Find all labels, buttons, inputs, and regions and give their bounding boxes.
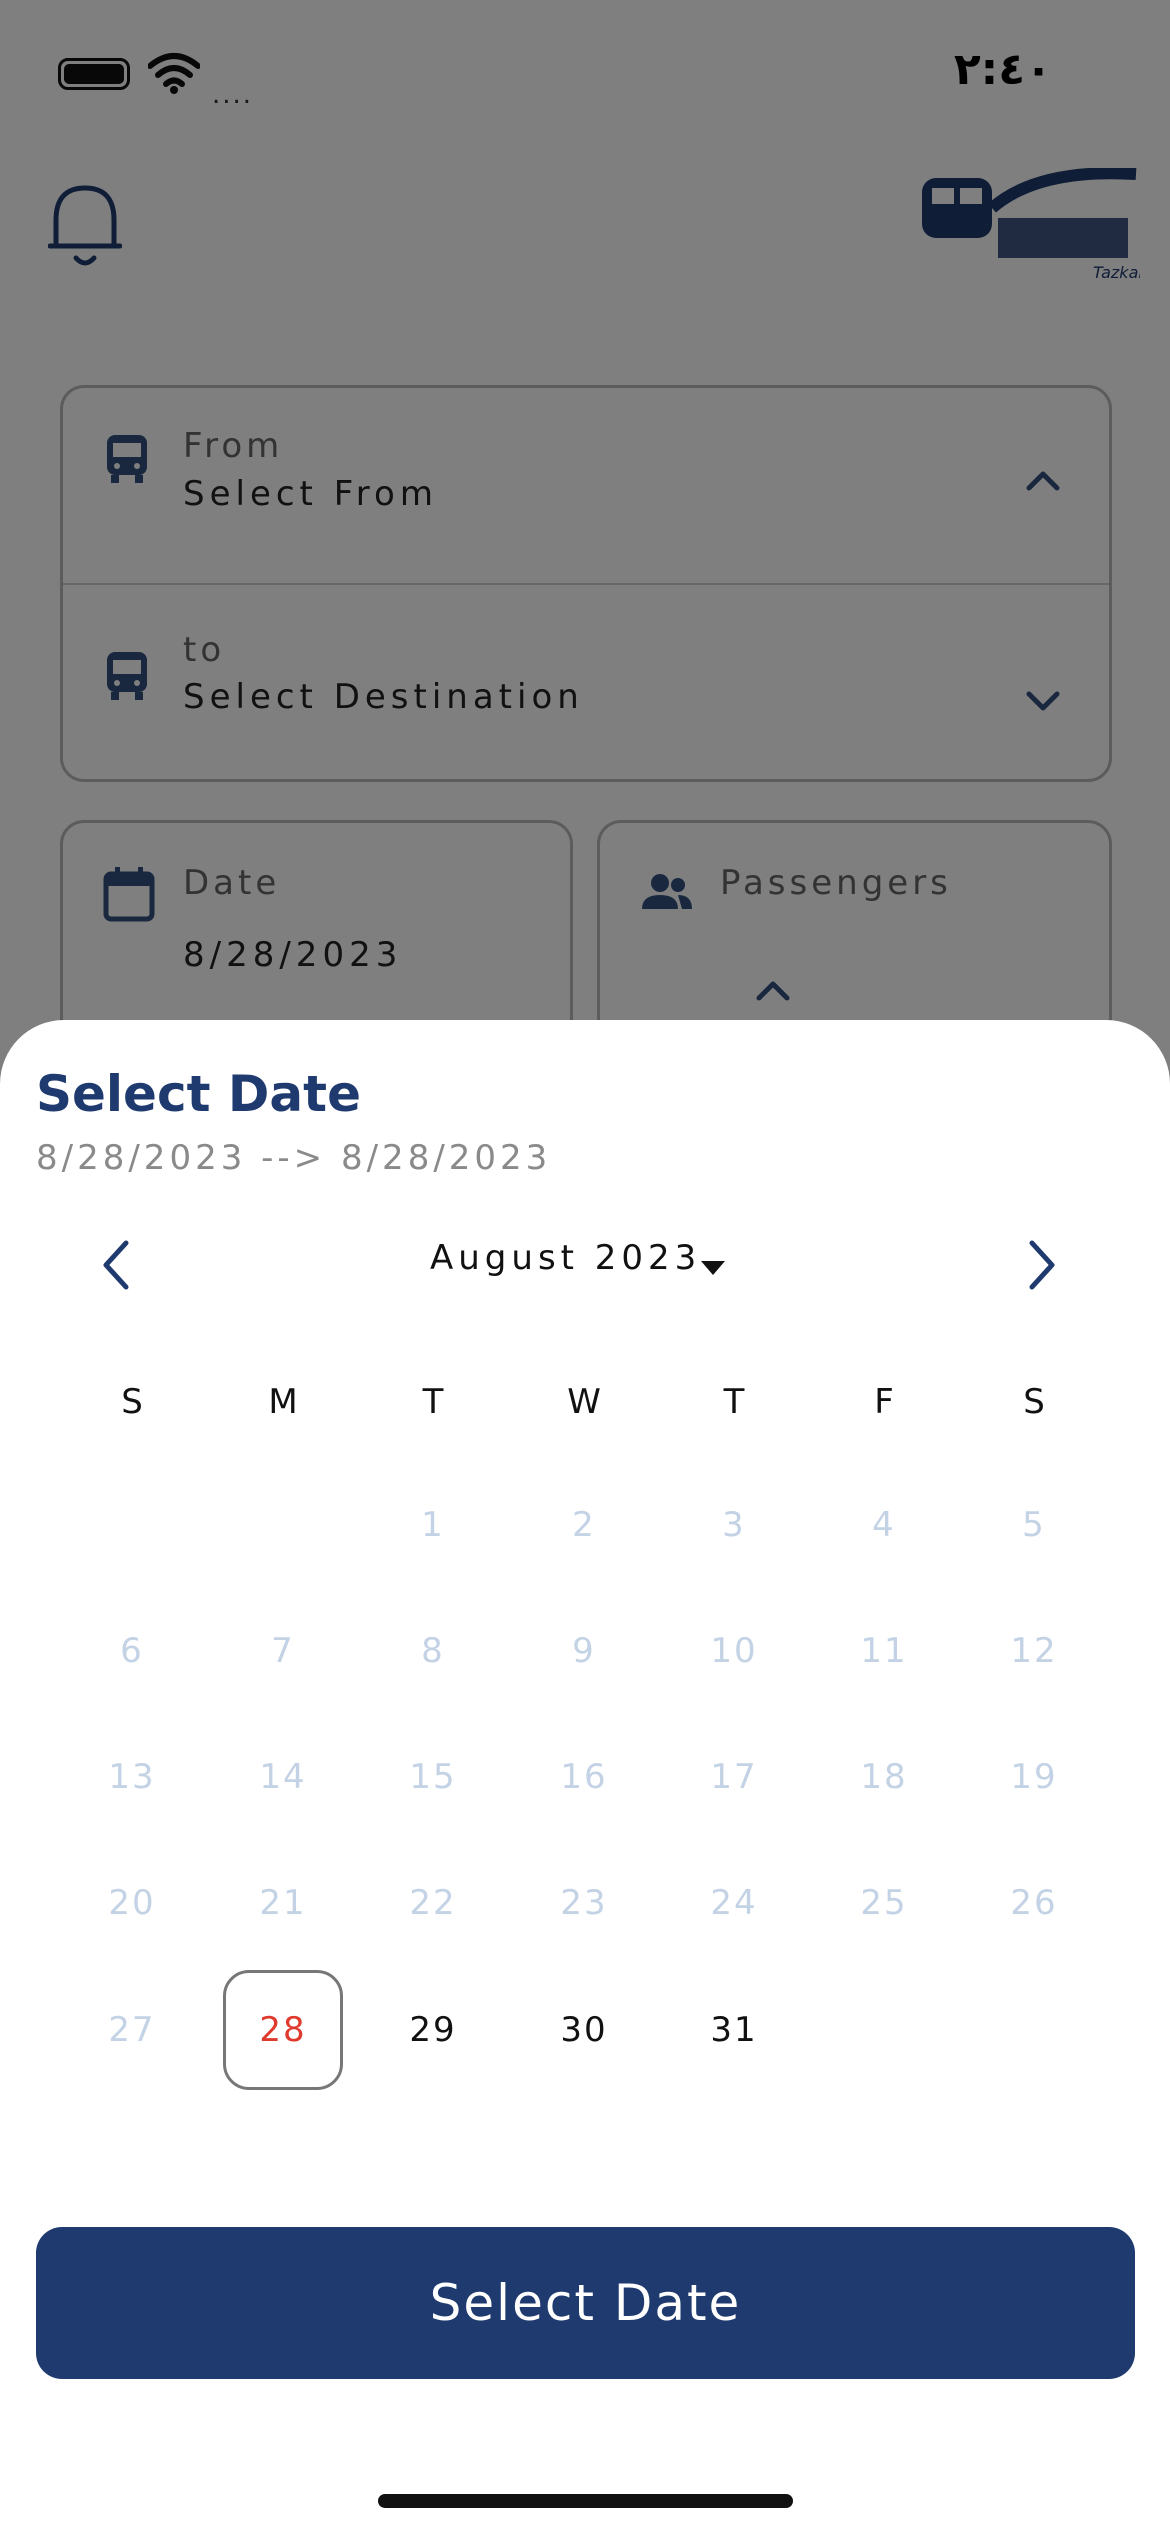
weekday-label: T	[723, 1382, 745, 1422]
calendar-day: 17	[710, 1757, 758, 1797]
calendar-day: 19	[1010, 1757, 1058, 1797]
caret-down-icon[interactable]	[700, 1260, 726, 1276]
calendar-day: 9	[572, 1631, 596, 1671]
selected-range: 8/28/2023 --> 8/28/2023	[36, 1138, 552, 1178]
sheet-title: Select Date	[36, 1065, 361, 1123]
calendar-day: 1	[421, 1505, 445, 1545]
weekday-label: W	[567, 1382, 601, 1422]
calendar-day: 6	[120, 1631, 144, 1671]
calendar-day: 22	[409, 1883, 457, 1923]
calendar-day: 26	[1010, 1883, 1058, 1923]
calendar-day: 7	[271, 1631, 295, 1671]
select-date-button[interactable]: Select Date	[36, 2227, 1135, 2379]
calendar-day: 3	[722, 1505, 746, 1545]
calendar-day: 21	[259, 1883, 307, 1923]
calendar-day[interactable]: 31	[674, 1970, 794, 2090]
calendar-day: 23	[560, 1883, 608, 1923]
calendar-day: 5	[1022, 1505, 1046, 1545]
calendar-day: 4	[872, 1505, 896, 1545]
calendar-day: 12	[1010, 1631, 1058, 1671]
home-indicator	[378, 2494, 793, 2508]
calendar-day: 10	[710, 1631, 758, 1671]
calendar-day: 8	[421, 1631, 445, 1671]
calendar-day: 13	[108, 1757, 156, 1797]
weekday-label: T	[422, 1382, 444, 1422]
calendar-day: 15	[409, 1757, 457, 1797]
weekday-label: F	[874, 1382, 894, 1422]
weekday-label: S	[121, 1382, 143, 1422]
calendar-day: 14	[259, 1757, 307, 1797]
calendar-day: 27	[108, 2010, 156, 2050]
calendar-day[interactable]: 30	[524, 1970, 644, 2090]
calendar-day: 11	[860, 1631, 908, 1671]
calendar-day: 25	[860, 1883, 908, 1923]
calendar-day: 18	[860, 1757, 908, 1797]
calendar-day-selected[interactable]: 28	[223, 1970, 343, 2090]
calendar-day[interactable]: 29	[373, 1970, 493, 2090]
weekday-label: M	[268, 1382, 298, 1422]
chevron-right-icon[interactable]	[1010, 1235, 1070, 1295]
calendar-day: 24	[710, 1883, 758, 1923]
calendar-day: 16	[560, 1757, 608, 1797]
calendar-day: 2	[572, 1505, 596, 1545]
date-picker-sheet: Select Date 8/28/2023 --> 8/28/2023 Augu…	[0, 1020, 1170, 2532]
weekday-label: S	[1023, 1382, 1045, 1422]
chevron-left-icon[interactable]	[88, 1235, 148, 1295]
month-selector[interactable]: August 2023	[430, 1238, 701, 1278]
calendar-day: 20	[108, 1883, 156, 1923]
